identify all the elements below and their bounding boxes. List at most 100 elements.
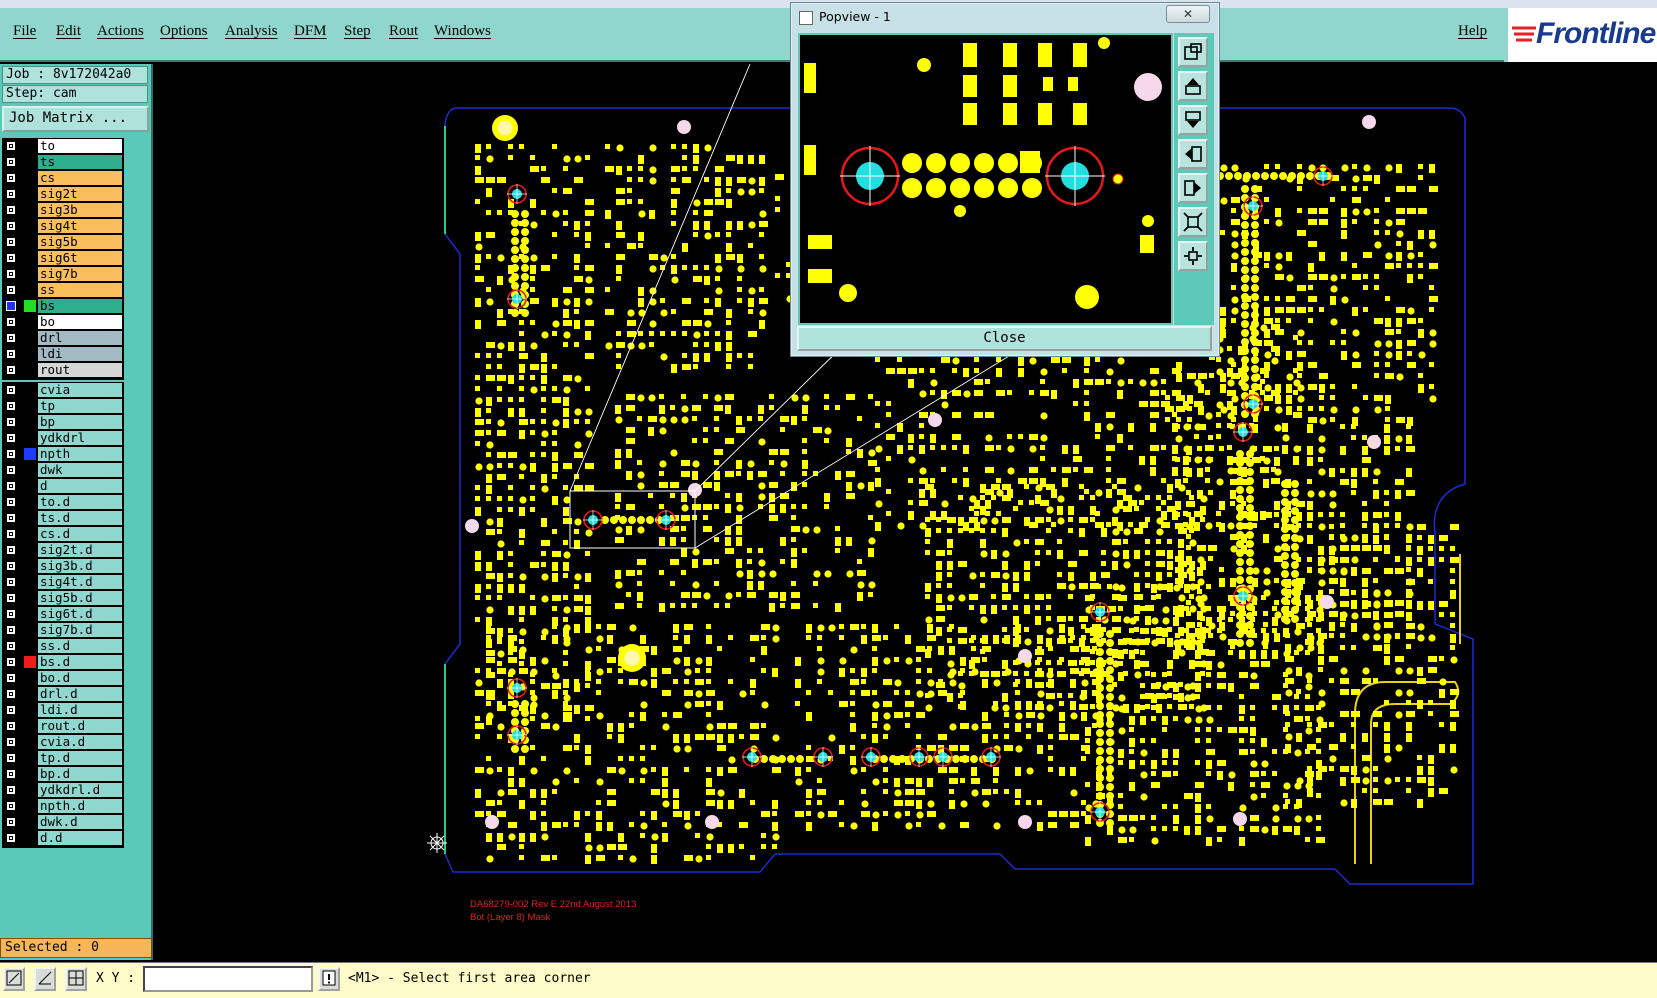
layer-row-d[interactable]: d	[2, 478, 124, 494]
layer-name[interactable]: d.d	[38, 831, 122, 845]
layer-row-tp[interactable]: tp	[2, 398, 124, 414]
menu-step[interactable]: Step	[344, 23, 371, 40]
layer-name[interactable]: ydkdrl	[38, 431, 122, 445]
layer-row-drl[interactable]: drl	[2, 330, 124, 346]
layer-row-cvia[interactable]: cvia	[2, 382, 124, 398]
layer-row-cs-d[interactable]: cs.d	[2, 526, 124, 542]
layer-row-sig4t[interactable]: sig4t	[2, 218, 124, 234]
layer-checkbox[interactable]	[6, 529, 16, 539]
layer-name[interactable]: rout	[38, 363, 122, 377]
layer-name[interactable]: npth.d	[38, 799, 122, 813]
menu-rout[interactable]: Rout	[389, 23, 418, 40]
layer-name[interactable]: cvia.d	[38, 735, 122, 749]
layer-name[interactable]: to.d	[38, 495, 122, 509]
layer-row-sig6t-d[interactable]: sig6t.d	[2, 606, 124, 622]
layer-checkbox[interactable]	[6, 385, 16, 395]
layer-checkbox[interactable]	[6, 401, 16, 411]
layer-checkbox[interactable]	[6, 449, 16, 459]
layer-checkbox[interactable]	[6, 285, 16, 295]
menu-dfm[interactable]: DFM	[294, 23, 327, 40]
popview-close-x-button[interactable]: ✕	[1166, 5, 1210, 23]
layer-row-bo-d[interactable]: bo.d	[2, 670, 124, 686]
menu-analysis[interactable]: Analysis	[225, 23, 278, 40]
layer-name[interactable]: sig2t.d	[38, 543, 122, 557]
layer-name[interactable]: sig6t	[38, 251, 122, 265]
layer-row-ldi[interactable]: ldi	[2, 346, 124, 362]
layer-checkbox[interactable]	[6, 173, 16, 183]
layer-name[interactable]: ts	[38, 155, 122, 169]
layer-checkbox[interactable]	[6, 609, 16, 619]
layer-checkbox[interactable]	[6, 673, 16, 683]
menu-help[interactable]: Help	[1458, 23, 1487, 40]
layer-name[interactable]: sig2t	[38, 187, 122, 201]
layer-checkbox[interactable]	[6, 769, 16, 779]
layer-checkbox[interactable]	[6, 301, 16, 311]
layer-name[interactable]: cs	[38, 171, 122, 185]
layer-name[interactable]: ldi	[38, 347, 122, 361]
layer-name[interactable]: cs.d	[38, 527, 122, 541]
layer-row-ss[interactable]: ss	[2, 282, 124, 298]
layer-checkbox[interactable]	[6, 625, 16, 635]
layer-row-ydkdrl-d[interactable]: ydkdrl.d	[2, 782, 124, 798]
layer-name[interactable]: bo	[38, 315, 122, 329]
layer-row-sig2t-d[interactable]: sig2t.d	[2, 542, 124, 558]
layer-checkbox[interactable]	[6, 157, 16, 167]
layer-name[interactable]: ss.d	[38, 639, 122, 653]
layer-row-tp-d[interactable]: tp.d	[2, 750, 124, 766]
menu-windows[interactable]: Windows	[434, 23, 491, 40]
layer-name[interactable]: dwk.d	[38, 815, 122, 829]
layer-checkbox[interactable]	[6, 497, 16, 507]
menu-file[interactable]: File	[13, 23, 36, 40]
layer-row-dwk-d[interactable]: dwk.d	[2, 814, 124, 830]
layer-checkbox[interactable]	[6, 785, 16, 795]
layer-checkbox[interactable]	[6, 333, 16, 343]
layer-name[interactable]: drl	[38, 331, 122, 345]
layer-row-d-d[interactable]: d.d	[2, 830, 124, 846]
layer-checkbox[interactable]	[6, 833, 16, 843]
layer-row-cs[interactable]: cs	[2, 170, 124, 186]
menu-options[interactable]: Options	[160, 23, 208, 40]
layer-row-sig7b[interactable]: sig7b	[2, 266, 124, 282]
layer-row-bs-d[interactable]: bs.d	[2, 654, 124, 670]
job-matrix-button[interactable]: Job Matrix ...	[2, 106, 149, 132]
layer-checkbox[interactable]	[6, 481, 16, 491]
layer-name[interactable]: sig5b.d	[38, 591, 122, 605]
menu-edit[interactable]: Edit	[56, 23, 81, 40]
snap-toggle-button[interactable]	[3, 967, 25, 991]
layer-row-sig2t[interactable]: sig2t	[2, 186, 124, 202]
alert-button[interactable]	[318, 967, 340, 991]
layer-row-rout[interactable]: rout	[2, 362, 124, 378]
layer-name[interactable]: sig3b.d	[38, 559, 122, 573]
layer-checkbox[interactable]	[6, 349, 16, 359]
layer-row-npth[interactable]: npth	[2, 446, 124, 462]
layer-checkbox[interactable]	[6, 513, 16, 523]
popview-pan-down-button[interactable]	[1178, 105, 1208, 135]
layer-checkbox[interactable]	[6, 593, 16, 603]
layer-row-sig5b[interactable]: sig5b	[2, 234, 124, 250]
layer-row-bp[interactable]: bp	[2, 414, 124, 430]
layer-name[interactable]: bp	[38, 415, 122, 429]
measure-toggle-button[interactable]	[34, 967, 56, 991]
layer-checkbox[interactable]	[6, 205, 16, 215]
layer-checkbox[interactable]	[6, 817, 16, 827]
grid-toggle-button[interactable]	[65, 967, 87, 991]
layer-row-sig3b[interactable]: sig3b	[2, 202, 124, 218]
layer-name[interactable]: ts.d	[38, 511, 122, 525]
layer-name[interactable]: sig6t.d	[38, 607, 122, 621]
layer-name[interactable]: bp.d	[38, 767, 122, 781]
layer-checkbox[interactable]	[6, 269, 16, 279]
layer-checkbox[interactable]	[6, 657, 16, 667]
layer-checkbox[interactable]	[6, 705, 16, 715]
layer-checkbox[interactable]	[6, 365, 16, 375]
menu-actions[interactable]: Actions	[97, 23, 144, 40]
layer-name[interactable]: sig4t	[38, 219, 122, 233]
layer-name[interactable]: bo.d	[38, 671, 122, 685]
layer-row-bs[interactable]: bs	[2, 298, 124, 314]
layer-row-ts[interactable]: ts	[2, 154, 124, 170]
layer-name[interactable]: drl.d	[38, 687, 122, 701]
layer-checkbox[interactable]	[6, 237, 16, 247]
layer-checkbox[interactable]	[6, 545, 16, 555]
layer-name[interactable]: sig7b.d	[38, 623, 122, 637]
layer-checkbox[interactable]	[6, 317, 16, 327]
layer-checkbox[interactable]	[6, 465, 16, 475]
